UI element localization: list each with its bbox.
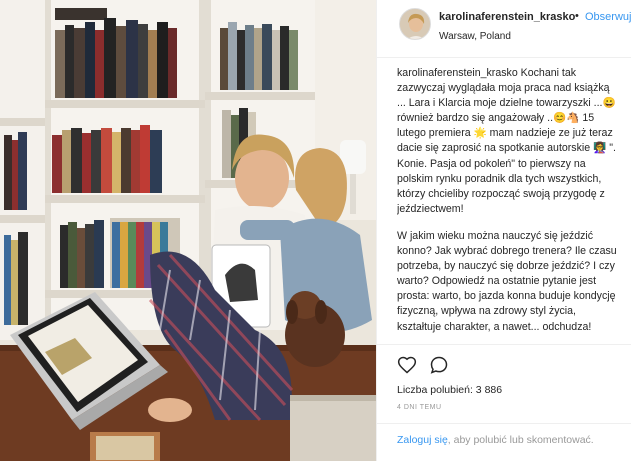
post-photo-illustration [0,0,376,461]
post-actions: Liczba polubień: 3 886 4 DNI TEMU Zalogu… [377,344,631,454]
caption-username[interactable]: karolinaferenstein_krasko [397,67,518,79]
post-photo[interactable] [0,0,376,461]
login-prompt: Zaloguj się, aby polubić lub skomentować… [377,423,631,448]
post-sidebar: karolinaferenstein_krasko • Obserwuj War… [376,0,631,461]
username[interactable]: karolinaferenstein_krasko [439,11,575,23]
comments-section: karolinaferenstein_krasko Kochani tak za… [397,66,619,344]
location-link[interactable]: Warsaw, Poland [439,31,511,42]
avatar[interactable] [399,8,431,40]
post-date[interactable]: 4 DNI TEMU [397,404,442,411]
caption: karolinaferenstein_krasko Kochani tak za… [397,66,619,217]
post-header: karolinaferenstein_krasko • Obserwuj War… [377,0,631,58]
caption-continued: W jakim wieku można nauczyć się jeździć … [397,229,617,333]
login-prompt-text: , aby polubić lub skomentować. [447,434,594,446]
separator-dot: • [575,10,579,22]
heart-icon[interactable] [397,355,417,375]
login-link[interactable]: Zaloguj się [397,434,448,446]
heart-icon-svg [397,356,417,374]
avatar-image [400,9,430,39]
comment-icon[interactable] [429,355,449,375]
likes-count[interactable]: Liczba polubień: 3 886 [397,384,502,396]
caption-text: Kochani tak zazwyczaj wyglądała moja pra… [397,67,616,215]
comment-icon-svg [430,356,448,374]
follow-button[interactable]: Obserwuj [585,11,631,23]
